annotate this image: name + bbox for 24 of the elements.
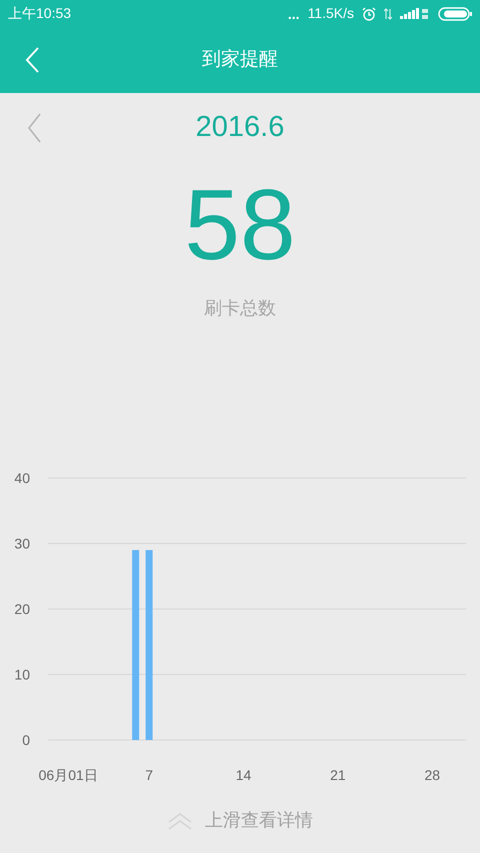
- y-axis-label: 30: [14, 536, 30, 552]
- battery-icon: [438, 6, 472, 20]
- y-axis-label: 40: [14, 470, 30, 486]
- y-axis-label: 20: [14, 601, 30, 617]
- x-axis-label: 7: [145, 767, 154, 783]
- total-count: 58: [184, 175, 296, 275]
- page-title: 到家提醒: [202, 48, 278, 72]
- swipe-up-hint: 上滑查看详情: [205, 809, 313, 832]
- status-time: 上午10:53: [8, 4, 72, 23]
- total-count-label: 刷卡总数: [204, 297, 276, 320]
- x-axis-label: 06月01日: [38, 767, 98, 783]
- x-axis-label: 28: [424, 767, 440, 783]
- data-transfer-icon: [384, 8, 392, 20]
- chevron-left-icon: [26, 112, 42, 144]
- network-speed: 11.5K/s: [308, 4, 354, 23]
- alarm-icon: [362, 6, 376, 20]
- back-icon: [24, 46, 40, 74]
- x-axis-label: 14: [236, 767, 252, 783]
- month-label: 2016.6: [196, 110, 284, 146]
- y-axis-label: 0: [22, 732, 30, 748]
- x-axis-label: 21: [330, 767, 346, 783]
- y-axis-label: 10: [14, 666, 30, 682]
- signal-icon: [400, 8, 430, 20]
- more-indicator: ...: [288, 6, 300, 20]
